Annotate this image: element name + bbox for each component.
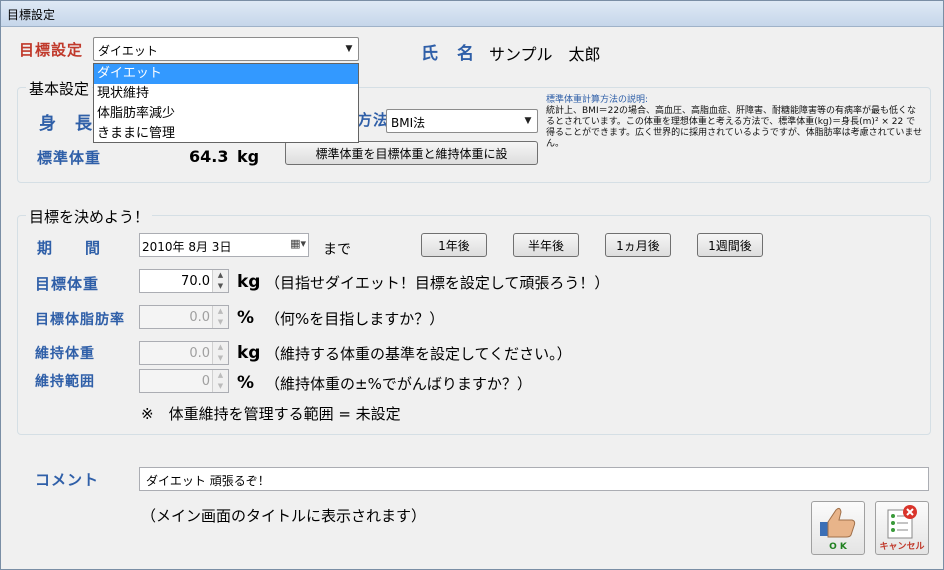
std-weight-value: 64.3 [189,147,229,166]
target-fat-hint: （何%を目指しますか？） [265,310,445,328]
goal-type-select[interactable]: ダイエット ▼ [93,37,359,61]
goal-type-dropdown-list[interactable]: ダイエット 現状維持 体脂肪率減少 きままに管理 [93,63,359,143]
target-fat-label: 目標体脂肪率 [35,312,125,328]
target-weight-input[interactable]: 70.0 ▲ ▼ [139,269,229,293]
goal-option-casual[interactable]: きままに管理 [94,124,358,144]
basic-settings-legend: 基本設定 [26,78,93,99]
cancel-caption: キャンセル [879,542,925,552]
keep-range-label: 維持範囲 [35,374,95,390]
comment-value: ダイエット 頑張るぞ！ [146,474,270,488]
target-fat-spinner[interactable]: ▲ ▼ [212,306,228,328]
keep-range-input[interactable]: 0 ▲ ▼ [139,369,229,393]
goal-option-fat-reduce[interactable]: 体脂肪率減少 [94,104,358,124]
target-weight-spinner[interactable]: ▲ ▼ [212,270,228,292]
comment-label: コメント [35,471,100,489]
chevron-down-icon[interactable]: ▼ [519,110,537,132]
keep-weight-label: 維持体重 [35,346,95,362]
target-weight-unit: kg [237,272,261,292]
one-year-button[interactable]: 1年後 [421,233,487,257]
chevron-down-icon[interactable]: ▼ [340,38,358,60]
keep-range-note: ※ 体重維持を管理する範囲 = 未設定 [141,405,401,423]
keep-weight-unit: kg [237,343,261,363]
calendar-icon[interactable]: ▦▾ [290,237,306,250]
target-weight-hint: （目指せダイエット！目標を設定して頑張ろう！） [265,274,610,292]
comment-input[interactable]: ダイエット 頑張るぞ！ [139,467,929,491]
goal-option-maintain[interactable]: 現状維持 [94,84,358,104]
one-month-button[interactable]: 1ヵ月後 [605,233,671,257]
target-fat-value: 0.0 [189,310,210,325]
method-value: BMI法 [391,116,426,130]
ok-caption: O K [829,542,847,552]
half-year-button[interactable]: 半年後 [513,233,579,257]
keep-range-value: 0 [201,374,210,389]
name-label: 氏 名 [421,44,475,64]
name-value: サンプル 太郎 [489,45,601,64]
goal-type-value: ダイエット [98,44,158,58]
one-week-button[interactable]: 1週間後 [697,233,763,257]
cancel-checklist-icon [887,505,917,539]
height-label: 身 長 [39,114,93,134]
period-date-value: 2010年 8月 3日 [142,240,232,254]
calc-method-description: 標準体重計算方法の説明: 統計上、BMI＝22の場合、高血圧、高脂血症、肝障害、… [546,95,924,150]
window-title: 目標設定 [7,8,56,22]
keep-range-unit: % [237,373,255,393]
period-date-picker[interactable]: 2010年 8月 3日 ▦▾ [139,233,309,257]
method-label: 方法 [357,111,390,129]
keep-weight-spinner[interactable]: ▲ ▼ [212,342,228,364]
target-fat-input[interactable]: 0.0 ▲ ▼ [139,305,229,329]
std-weight-unit: kg [237,147,260,166]
period-suffix: まで [323,242,351,258]
target-weight-label: 目標体重 [35,275,100,293]
comment-note: （メイン画面のタイトルに表示されます） [141,507,427,525]
method-select[interactable]: BMI法 ▼ [386,109,538,133]
keep-weight-value: 0.0 [189,346,210,361]
title-bar: 目標設定 [1,1,943,27]
goal-option-diet[interactable]: ダイエット [94,64,358,84]
calc-method-desc-title: 標準体重計算方法の説明: [546,95,649,105]
thumbs-up-icon [820,507,856,538]
cancel-button[interactable]: キャンセル [875,501,929,555]
calc-method-desc-text: 統計上、BMI＝22の場合、高血圧、高脂血症、肝障害、耐糖能障害等の有病率が最も… [546,106,923,149]
keep-range-hint: （維持体重の±%でがんばりますか？） [265,375,532,393]
goals-legend: 目標を決めよう！ [26,206,153,227]
keep-weight-hint: （維持する体重の基準を設定してください。） [265,345,572,363]
goal-settings-window: 目標設定 目標設定 ダイエット ▼ ダイエット 現状維持 体脂肪率減少 きままに… [0,0,944,570]
std-weight-label: 標準体重 [37,149,102,167]
apply-std-weight-button[interactable]: 標準体重を目標体重と維持体重に設 [285,141,538,165]
target-weight-value: 70.0 [181,274,210,289]
target-fat-unit: % [237,308,255,328]
goal-type-label: 目標設定 [19,41,84,59]
period-label: 期 間 [37,239,102,257]
ok-button[interactable]: O K [811,501,865,555]
keep-range-spinner[interactable]: ▲ ▼ [212,370,228,392]
keep-weight-input[interactable]: 0.0 ▲ ▼ [139,341,229,365]
